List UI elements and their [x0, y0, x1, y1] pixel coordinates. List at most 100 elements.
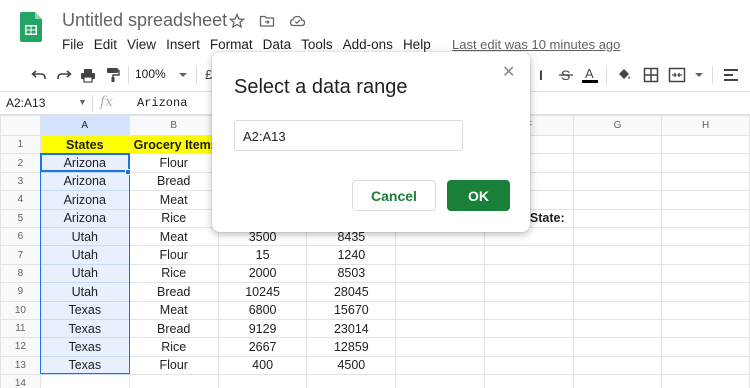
menu-data[interactable]: Data [263, 37, 292, 52]
column-header-h[interactable]: H [661, 115, 750, 136]
cell-value-c[interactable]: 400 [217, 355, 308, 376]
cell-state[interactable]: Utah [39, 245, 130, 265]
cell[interactable] [572, 208, 663, 228]
cell[interactable] [572, 337, 663, 357]
row-header[interactable]: 8 [0, 263, 41, 284]
cell-value-c[interactable]: 15 [217, 245, 308, 265]
menu-file[interactable]: File [62, 37, 84, 52]
cancel-button[interactable]: Cancel [352, 180, 436, 211]
cell-value-d[interactable]: 15670 [306, 300, 397, 320]
cell[interactable] [661, 134, 750, 155]
row-header[interactable]: 7 [0, 245, 41, 265]
fill-handle[interactable] [125, 169, 131, 175]
cell[interactable] [661, 318, 750, 339]
cell[interactable] [395, 318, 485, 339]
select-all-corner[interactable] [0, 115, 41, 136]
merge-dropdown-icon[interactable] [690, 66, 708, 84]
cell[interactable] [572, 245, 663, 265]
cell-a1[interactable]: States [39, 134, 130, 155]
cell[interactable] [483, 337, 574, 357]
cell[interactable] [661, 300, 750, 320]
cell[interactable] [572, 226, 663, 247]
column-header-b[interactable]: B [128, 115, 219, 136]
cell-item[interactable]: Flour [128, 245, 219, 265]
cell[interactable] [661, 208, 750, 228]
cell-state[interactable]: Texas [39, 318, 130, 339]
strikethrough-icon[interactable]: S [557, 66, 575, 84]
cell-item[interactable]: Meat [128, 226, 219, 247]
ok-button[interactable]: OK [447, 180, 510, 211]
cell[interactable] [572, 374, 663, 388]
column-header-g[interactable]: G [572, 115, 663, 136]
cell-state[interactable]: Arizona [39, 208, 130, 228]
cell-value-c[interactable]: 10245 [217, 282, 308, 302]
cell[interactable] [572, 355, 663, 376]
row-header[interactable]: 3 [0, 171, 41, 192]
range-input[interactable]: A2:A13 [234, 120, 463, 151]
cell-state[interactable]: Arizona [39, 153, 130, 173]
cell-state[interactable]: Utah [39, 226, 130, 247]
row-header[interactable]: 5 [0, 208, 41, 228]
align-left-icon[interactable] [722, 66, 740, 84]
cell-value-d[interactable]: 28045 [306, 282, 397, 302]
cell[interactable] [572, 300, 663, 320]
cell[interactable] [661, 153, 750, 173]
cell[interactable] [483, 300, 574, 320]
formula-input[interactable]: Arizona [137, 96, 187, 110]
cell[interactable] [661, 337, 750, 357]
redo-icon[interactable] [55, 66, 73, 84]
cell[interactable] [395, 245, 485, 265]
cell-item[interactable]: Meat [128, 300, 219, 320]
cell[interactable] [483, 245, 574, 265]
close-icon[interactable]: ✕ [502, 62, 515, 82]
cell[interactable] [395, 282, 485, 302]
cell[interactable] [483, 374, 574, 388]
row-header[interactable]: 10 [0, 300, 41, 320]
cell-state[interactable]: Utah [39, 282, 130, 302]
cell-value-c[interactable]: 2667 [217, 337, 308, 357]
cell[interactable] [395, 355, 485, 376]
undo-icon[interactable] [30, 66, 48, 84]
row-header[interactable]: 11 [0, 318, 41, 339]
italic-partial-icon[interactable]: I [532, 66, 550, 84]
cell-item[interactable]: Bread [128, 282, 219, 302]
cell[interactable] [572, 263, 663, 284]
cell-item[interactable]: Bread [128, 171, 219, 192]
cell[interactable] [128, 374, 219, 388]
document-title[interactable]: Untitled spreadsheet [62, 10, 227, 31]
menu-tools[interactable]: Tools [301, 37, 333, 52]
cell[interactable] [661, 171, 750, 192]
row-header[interactable]: 6 [0, 226, 41, 247]
cell-value-c[interactable]: 6800 [217, 300, 308, 320]
star-icon[interactable] [228, 12, 246, 30]
row-header[interactable]: 12 [0, 337, 41, 357]
cell-item[interactable]: Flour [128, 153, 219, 173]
cell-state[interactable]: Arizona [39, 171, 130, 192]
cell[interactable] [661, 355, 750, 376]
cell-state[interactable]: Utah [39, 263, 130, 284]
cell-item[interactable]: Flour [128, 355, 219, 376]
cell[interactable] [306, 374, 397, 388]
cell[interactable] [395, 337, 485, 357]
cell-value-d[interactable]: 23014 [306, 318, 397, 339]
cell-item[interactable]: Rice [128, 263, 219, 284]
zoom-dropdown-icon[interactable] [174, 66, 192, 84]
cell[interactable] [572, 318, 663, 339]
cell[interactable] [661, 226, 750, 247]
cell[interactable] [483, 263, 574, 284]
cell[interactable] [572, 282, 663, 302]
cell[interactable] [661, 282, 750, 302]
text-color-icon[interactable]: A [581, 66, 599, 84]
row-header[interactable]: 1 [0, 134, 41, 155]
cell-state[interactable]: Texas [39, 355, 130, 376]
cloud-saved-icon[interactable] [288, 12, 306, 30]
cell[interactable] [661, 190, 750, 210]
menu-insert[interactable]: Insert [166, 37, 200, 52]
row-header[interactable]: 13 [0, 355, 41, 376]
cell-item[interactable]: Meat [128, 190, 219, 210]
cell[interactable] [661, 263, 750, 284]
move-folder-icon[interactable] [258, 12, 276, 30]
cell-value-d[interactable]: 12859 [306, 337, 397, 357]
name-box-dropdown-icon[interactable]: ▼ [78, 97, 87, 107]
menu-help[interactable]: Help [403, 37, 431, 52]
